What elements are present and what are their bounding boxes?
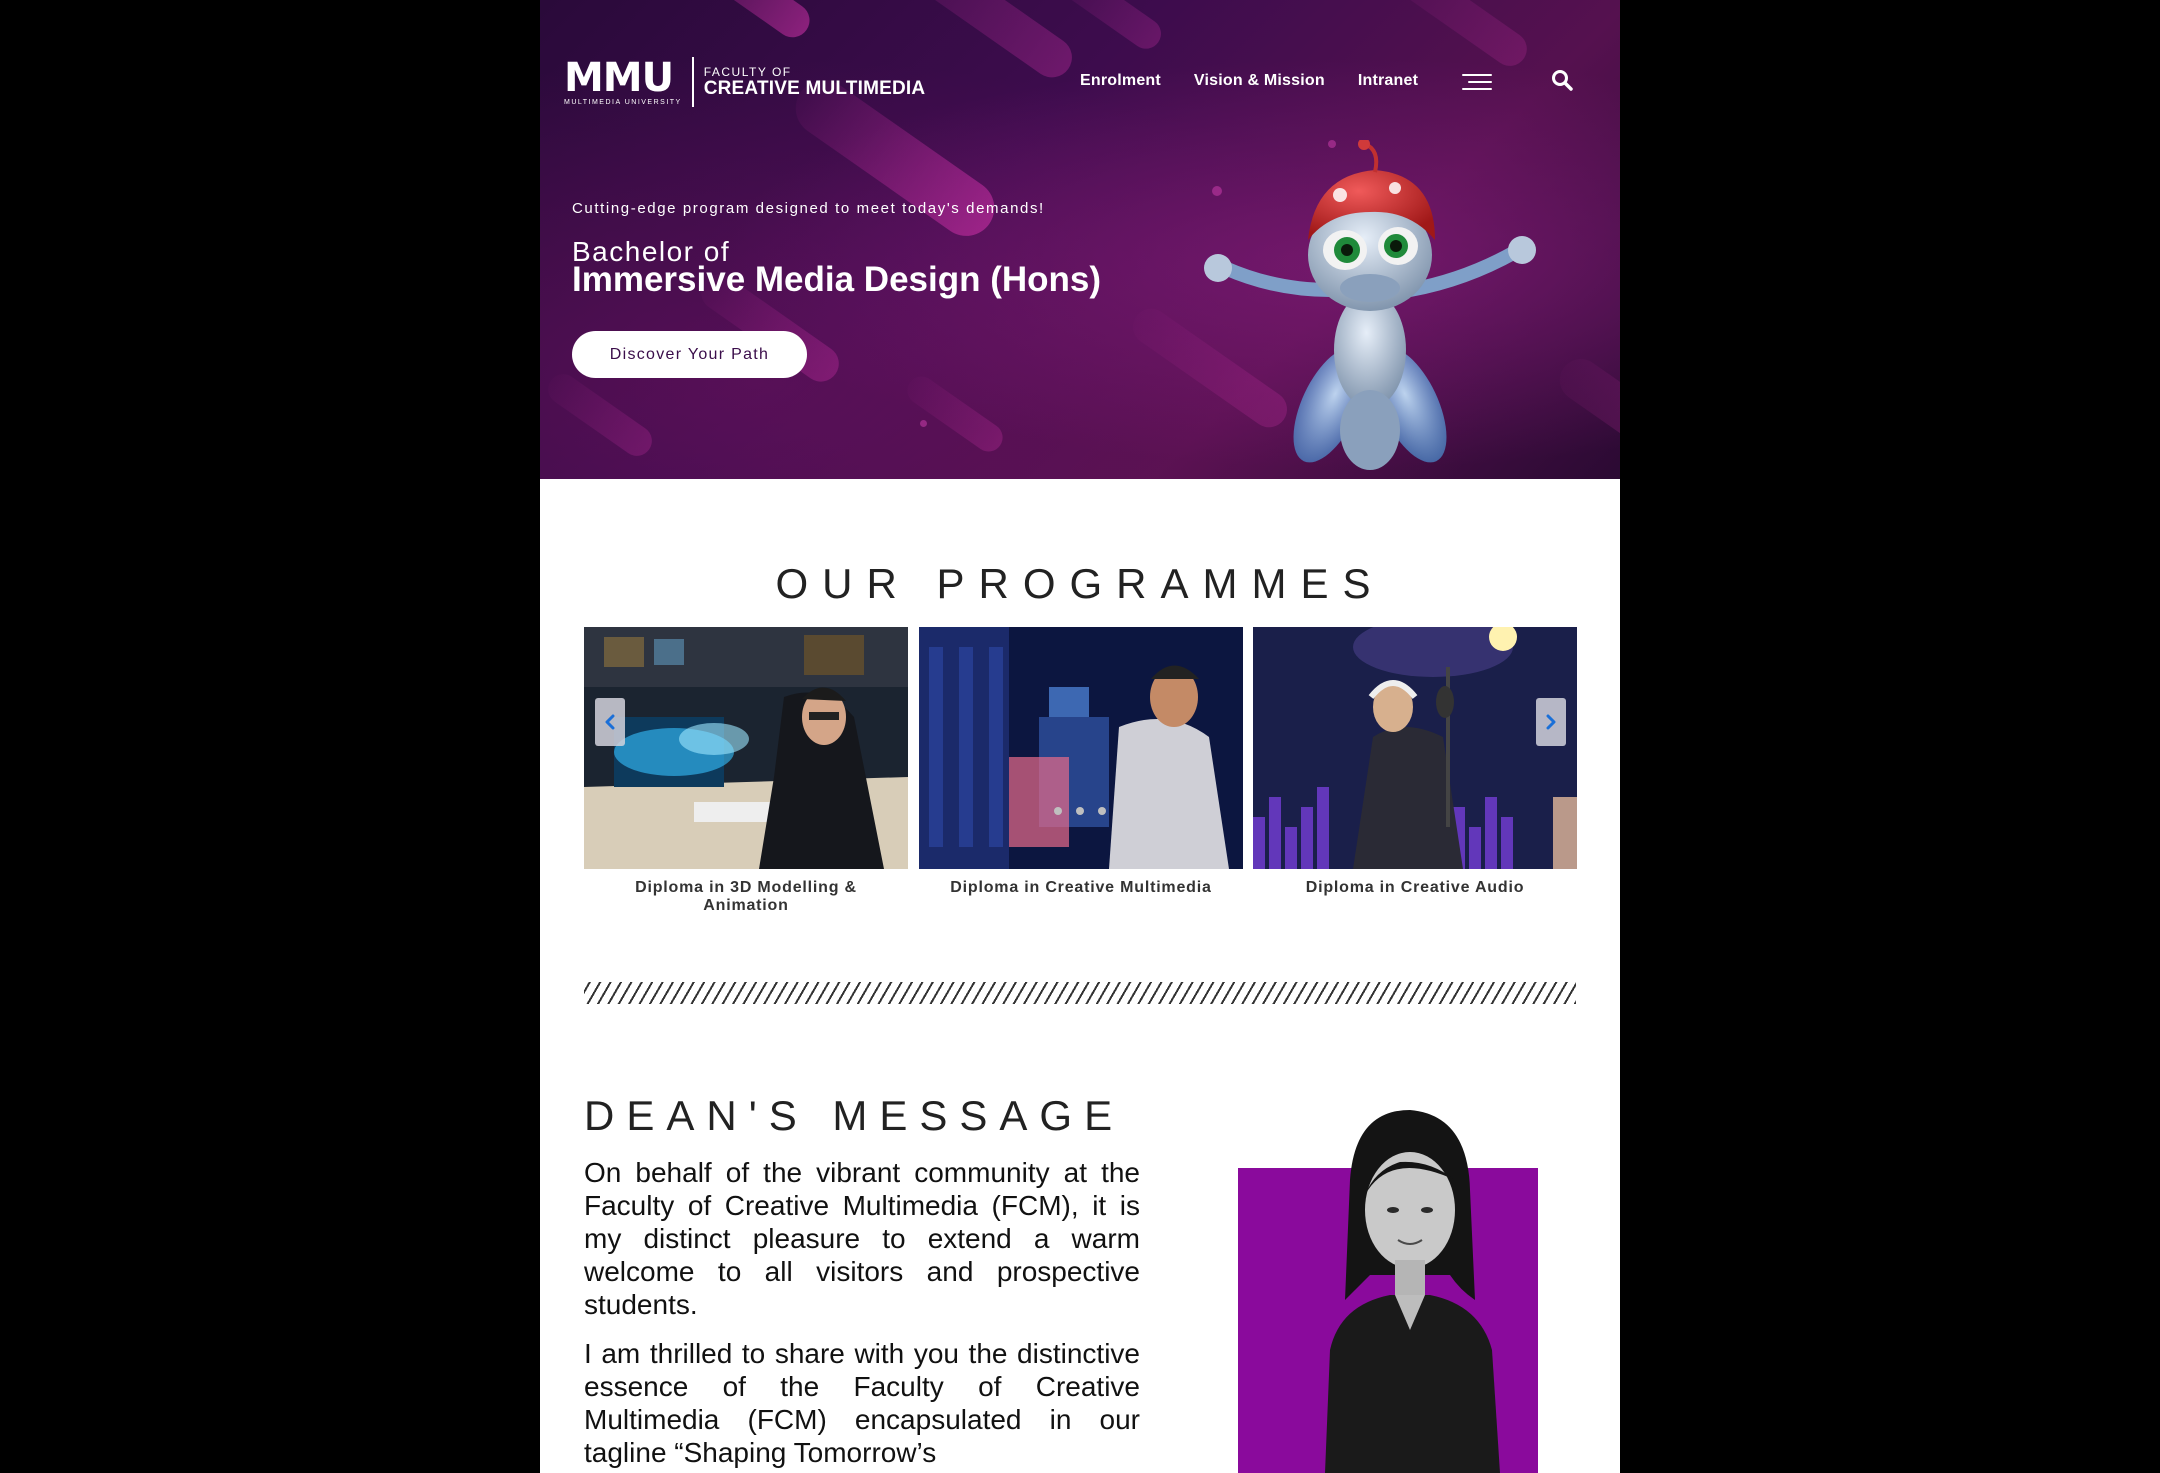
carousel-dot[interactable] <box>1076 807 1084 815</box>
decor-streak <box>542 368 658 462</box>
dean-portrait <box>1325 1110 1500 1473</box>
decor-streak <box>1366 0 1534 73</box>
nav-vision-mission[interactable]: Vision & Mission <box>1194 72 1325 90</box>
dean-paragraph: I am thrilled to share with you the dist… <box>584 1338 1140 1468</box>
search-icon[interactable] <box>1550 68 1574 92</box>
programme-image-creative-multimedia[interactable] <box>919 627 1243 869</box>
hero-banner: MMU MULTIMEDIA UNIVERSITY FACULTY OF CRE… <box>540 0 1620 479</box>
logo-main-text: MMU <box>564 55 674 101</box>
programmes-heading: OUR PROGRAMMES <box>775 560 1385 607</box>
programme-label[interactable]: Diploma in Creative Multimedia <box>919 879 1243 897</box>
dean-paragraph: On behalf of the vibrant community at th… <box>584 1157 1140 1320</box>
logo-faculty-of: FACULTY OF <box>703 65 792 79</box>
chevron-left-icon <box>605 714 615 730</box>
mmu-logo-mark: MMU MULTIMEDIA UNIVERSITY <box>564 58 682 106</box>
mascot-illustration <box>1204 140 1536 470</box>
carousel-prev-button[interactable] <box>595 698 625 746</box>
programme-image-3d-modelling[interactable] <box>584 627 908 869</box>
main-nav: Enrolment Vision & Mission Intranet <box>1080 72 1418 90</box>
carousel-dot[interactable] <box>1054 807 1062 815</box>
programme-label[interactable]: Diploma in 3D Modelling & Animation <box>584 879 908 915</box>
programme-card[interactable]: Diploma in 3D Modelling & Animation <box>584 627 908 915</box>
programme-card[interactable]: Diploma in Creative Audio <box>1253 627 1577 897</box>
hero-title: Immersive Media Design (Hons) <box>572 260 1102 299</box>
programme-image-creative-audio[interactable] <box>1253 627 1577 869</box>
chevron-right-icon <box>1546 714 1556 730</box>
page: MMU MULTIMEDIA UNIVERSITY FACULTY OF CRE… <box>540 0 1620 1473</box>
decor-dot <box>920 420 927 427</box>
faculty-logo-text: FACULTY OF CREATIVE MULTIMEDIA <box>704 65 926 99</box>
hamburger-menu-icon[interactable] <box>1462 74 1492 92</box>
site-logo[interactable]: MMU MULTIMEDIA UNIVERSITY FACULTY OF CRE… <box>564 56 925 108</box>
decor-streak <box>901 370 1009 458</box>
logo-faculty-name: CREATIVE MULTIMEDIA <box>703 78 926 99</box>
nav-intranet[interactable]: Intranet <box>1358 72 1418 90</box>
logo-sub-text: MULTIMEDIA UNIVERSITY <box>564 99 682 106</box>
programme-card[interactable]: Diploma in Creative Multimedia <box>919 627 1243 897</box>
hatched-divider <box>584 982 1576 1004</box>
logo-divider <box>691 57 694 107</box>
discover-your-path-button[interactable]: Discover Your Path <box>572 331 807 378</box>
dean-message-heading: DEAN'S MESSAGE <box>584 1092 1125 1139</box>
carousel-next-button[interactable] <box>1536 698 1566 746</box>
programme-label[interactable]: Diploma in Creative Audio <box>1253 879 1577 897</box>
hero-tagline: Cutting-edge program designed to meet to… <box>572 200 1045 217</box>
decor-streak <box>673 0 817 44</box>
carousel-dot[interactable] <box>1098 807 1106 815</box>
nav-enrolment[interactable]: Enrolment <box>1080 72 1161 90</box>
carousel-pagination <box>540 807 1620 815</box>
